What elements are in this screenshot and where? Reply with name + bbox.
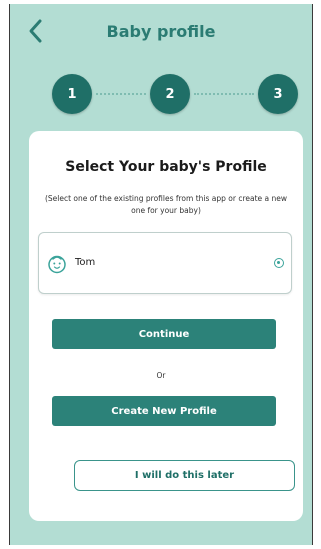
create-new-profile-button[interactable]: Create New Profile (52, 396, 276, 426)
profile-name: Tom (75, 257, 96, 268)
step-1-indicator: 1 (52, 74, 92, 114)
card-subtitle: (Select one of the existing profiles fro… (44, 194, 288, 215)
baby-face-icon (48, 255, 66, 274)
header: Baby profile (10, 4, 312, 58)
card-title: Select Your baby's Profile (65, 159, 267, 175)
profile-radio-selected[interactable] (274, 258, 284, 268)
progress-stepper: 1 2 3 (10, 74, 312, 116)
profile-option-tom[interactable]: Tom (38, 232, 292, 294)
continue-button[interactable]: Continue (52, 319, 276, 349)
step-connector (96, 93, 146, 95)
step-connector (194, 93, 254, 95)
app-screen: Baby profile 1 2 3 Select Your baby's Pr… (9, 4, 313, 545)
step-2-indicator: 2 (150, 74, 190, 114)
page-title: Baby profile (106, 22, 216, 41)
do-later-button[interactable]: I will do this later (74, 460, 295, 491)
or-separator: Or (156, 371, 166, 380)
step-3-indicator: 3 (258, 74, 298, 114)
